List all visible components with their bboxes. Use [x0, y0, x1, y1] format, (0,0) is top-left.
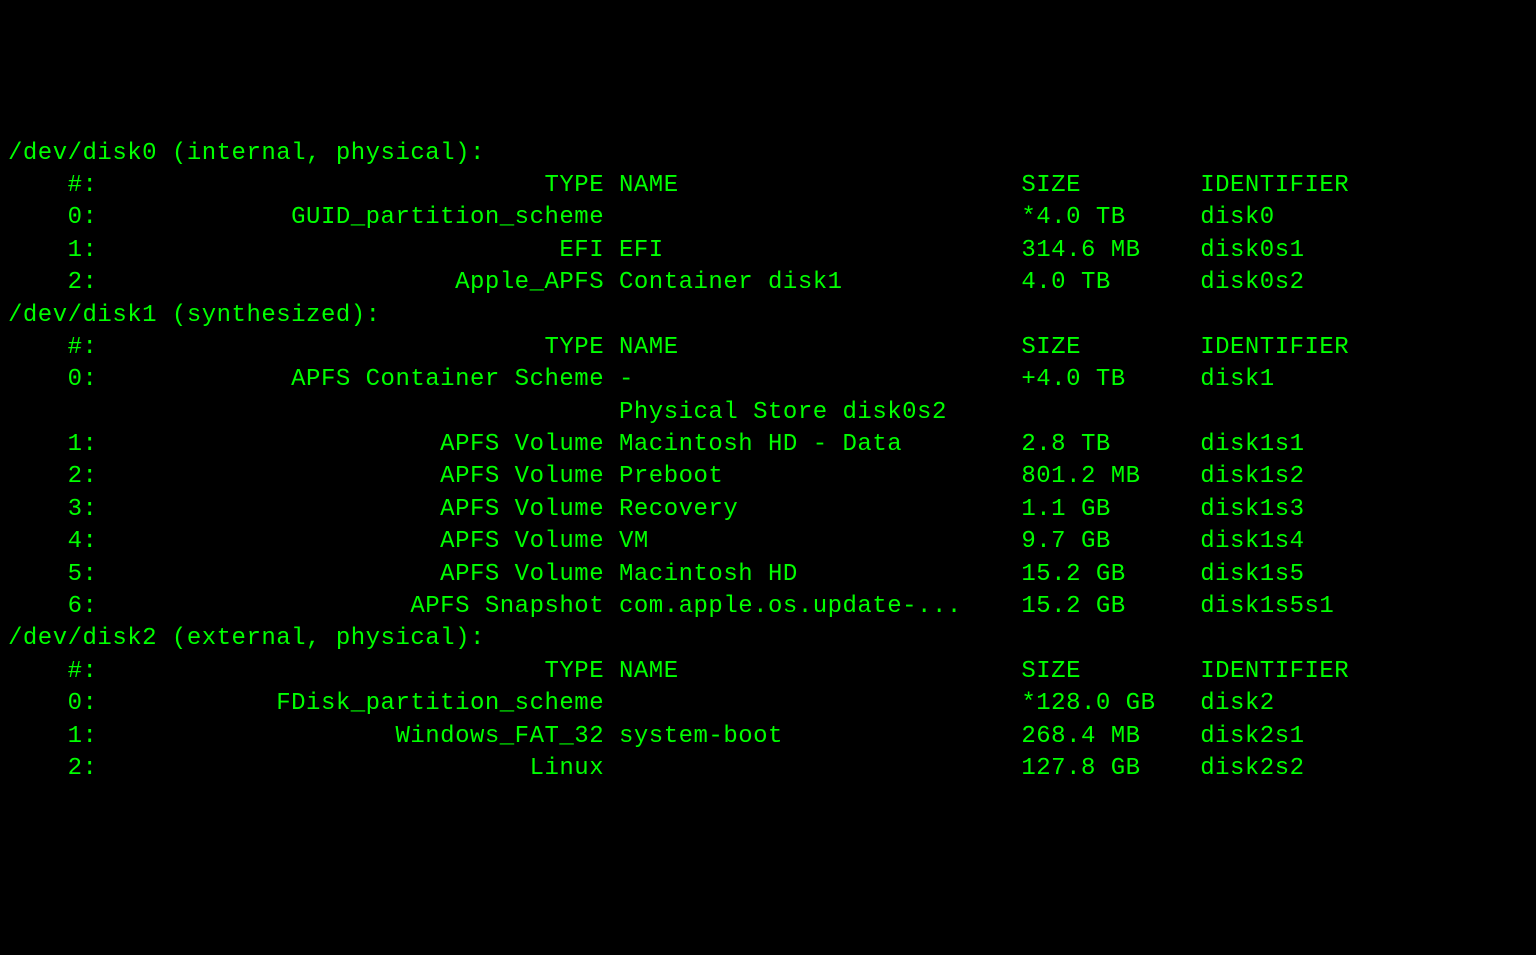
partition-row: 6: APFS Snapshot com.apple.os.update-...…	[8, 591, 1528, 623]
disk-header: /dev/disk0 (internal, physical):	[8, 138, 1528, 170]
partition-row: 2: APFS Volume Preboot 801.2 MB disk1s2	[8, 461, 1528, 493]
partition-row: 1: APFS Volume Macintosh HD - Data 2.8 T…	[8, 429, 1528, 461]
output-line: Physical Store disk0s2	[8, 397, 1528, 429]
partition-row: 0: FDisk_partition_scheme *128.0 GB disk…	[8, 688, 1528, 720]
partition-row: 1: Windows_FAT_32 system-boot 268.4 MB d…	[8, 721, 1528, 753]
disk-header: /dev/disk2 (external, physical):	[8, 623, 1528, 655]
column-header: #: TYPE NAME SIZE IDENTIFIER	[8, 170, 1528, 202]
partition-row: 0: GUID_partition_scheme *4.0 TB disk0	[8, 202, 1528, 234]
partition-row: 1: EFI EFI 314.6 MB disk0s1	[8, 235, 1528, 267]
partition-row: 2: Apple_APFS Container disk1 4.0 TB dis…	[8, 267, 1528, 299]
partition-row: 4: APFS Volume VM 9.7 GB disk1s4	[8, 526, 1528, 558]
column-header: #: TYPE NAME SIZE IDENTIFIER	[8, 332, 1528, 364]
partition-row: 5: APFS Volume Macintosh HD 15.2 GB disk…	[8, 559, 1528, 591]
partition-row: 3: APFS Volume Recovery 1.1 GB disk1s3	[8, 494, 1528, 526]
column-header: #: TYPE NAME SIZE IDENTIFIER	[8, 656, 1528, 688]
partition-row: 0: APFS Container Scheme - +4.0 TB disk1	[8, 364, 1528, 396]
partition-row: 2: Linux 127.8 GB disk2s2	[8, 753, 1528, 785]
terminal-output: /dev/disk0 (internal, physical): #: TYPE…	[8, 138, 1528, 786]
disk-header: /dev/disk1 (synthesized):	[8, 300, 1528, 332]
